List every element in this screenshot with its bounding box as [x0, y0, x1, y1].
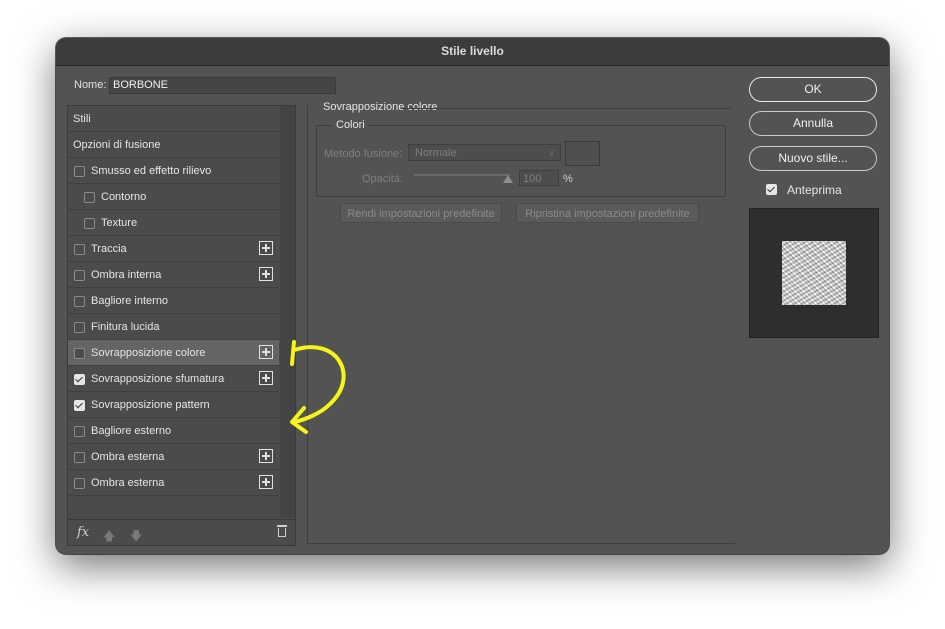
preview-label: Anteprima — [787, 183, 842, 197]
style-checkbox[interactable] — [74, 452, 85, 463]
style-row-label: Traccia — [91, 243, 127, 255]
arrow-up-icon[interactable]: 🡅 — [103, 527, 115, 543]
opacity-input[interactable]: 100 — [519, 170, 559, 186]
add-effect-icon[interactable] — [259, 267, 273, 281]
style-row-label: Bagliore esterno — [91, 425, 172, 437]
new-style-button[interactable]: Nuovo stile... — [749, 146, 877, 171]
chevron-down-icon: ∨ — [548, 148, 555, 158]
style-checkbox[interactable] — [74, 166, 85, 177]
style-row[interactable]: Texture — [68, 210, 279, 236]
styles-list: Stili Opzioni di fusione Smusso ed effetto… — [67, 105, 296, 546]
style-row[interactable]: Ombra esterna — [68, 444, 279, 470]
color-swatch[interactable] — [565, 141, 600, 166]
opacity-label: Opacità: — [362, 173, 403, 185]
style-row[interactable]: Ombra esterna — [68, 470, 279, 496]
add-effect-icon[interactable] — [259, 475, 273, 489]
colors-group — [316, 125, 726, 197]
section-divider — [401, 108, 731, 109]
style-checkbox[interactable] — [74, 374, 85, 385]
style-row-label: Smusso ed effetto rilievo — [91, 165, 212, 177]
blend-mode-select[interactable]: Normale ∨ — [408, 144, 561, 161]
styles-list-scrollbar[interactable] — [280, 106, 295, 518]
opacity-slider-thumb[interactable] — [503, 175, 513, 183]
style-row-label: Ombra esterna — [91, 451, 165, 463]
style-row[interactable]: Bagliore interno — [68, 288, 279, 314]
opacity-slider[interactable] — [414, 174, 510, 176]
make-default-button[interactable]: Rendi impostazioni predefinite — [340, 203, 502, 223]
style-row[interactable]: Ombra interna — [68, 262, 279, 288]
style-row[interactable]: Opzioni di fusione — [68, 132, 279, 158]
style-row[interactable]: Finitura lucida — [68, 314, 279, 340]
style-row[interactable]: Contorno — [68, 184, 279, 210]
style-checkbox[interactable] — [74, 270, 85, 281]
style-checkbox[interactable] — [84, 192, 95, 203]
style-row[interactable]: Sovrapposizione sfumatura — [68, 366, 279, 392]
blend-mode-label: Metodo fusione: — [324, 148, 403, 160]
add-effect-icon[interactable] — [259, 241, 273, 255]
trash-icon[interactable] — [277, 525, 287, 537]
layer-style-dialog: Stile livello Nome: Stili Opzioni di fusi… — [56, 38, 889, 554]
yellow-arrow-annotation — [290, 340, 346, 434]
style-checkbox[interactable] — [84, 218, 95, 229]
dialog-title: Stile livello — [56, 38, 889, 66]
style-checkbox[interactable] — [74, 322, 85, 333]
style-row[interactable]: Sovrapposizione colore — [68, 340, 279, 366]
style-row[interactable]: Bagliore esterno — [68, 418, 279, 444]
section-title: Sovrapposizione colore — [323, 101, 442, 113]
arrow-down-icon[interactable]: 🡇 — [130, 527, 142, 543]
ok-button[interactable]: OK — [749, 77, 877, 102]
style-row[interactable]: Smusso ed effetto rilievo — [68, 158, 279, 184]
style-row-label: Sovrapposizione colore — [91, 347, 206, 359]
style-checkbox[interactable] — [74, 426, 85, 437]
reset-default-button[interactable]: Ripristina impostazioni predefinite — [516, 203, 699, 223]
style-row[interactable]: Sovrapposizione pattern — [68, 392, 279, 418]
add-effect-icon[interactable] — [259, 449, 273, 463]
preview-checkbox[interactable] — [766, 184, 777, 195]
style-checkbox[interactable] — [74, 348, 85, 359]
style-row-label: Opzioni di fusione — [73, 139, 161, 151]
add-effect-icon[interactable] — [259, 371, 273, 385]
style-row[interactable]: Stili — [68, 106, 279, 132]
fx-button[interactable]: fx — [77, 525, 89, 540]
style-checkbox[interactable] — [74, 296, 85, 307]
colors-group-title: Colori — [333, 119, 368, 131]
style-row-label: Finitura lucida — [91, 321, 160, 333]
style-row-label: Ombra interna — [91, 269, 162, 281]
name-label: Nome: — [74, 79, 107, 91]
style-row-label: Bagliore interno — [91, 295, 169, 307]
blend-mode-value: Normale — [415, 147, 457, 159]
style-preview — [749, 208, 879, 338]
style-row-label: Sovrapposizione sfumatura — [91, 373, 225, 385]
cancel-button[interactable]: Annulla — [749, 111, 877, 136]
style-row[interactable]: Traccia — [68, 236, 279, 262]
style-checkbox[interactable] — [74, 400, 85, 411]
styles-list-footer: fx 🡅 🡇 — [68, 519, 295, 545]
style-row-label: Texture — [101, 217, 138, 229]
style-row-label: Sovrapposizione pattern — [91, 399, 210, 411]
style-checkbox[interactable] — [74, 478, 85, 489]
add-effect-icon[interactable] — [259, 345, 273, 359]
style-row-label: Stili — [73, 113, 91, 125]
style-checkbox[interactable] — [74, 244, 85, 255]
opacity-unit: % — [563, 173, 573, 185]
style-row-label: Ombra esterna — [91, 477, 165, 489]
name-input[interactable] — [109, 77, 336, 94]
style-row-label: Contorno — [101, 191, 147, 203]
preview-texture-overlay — [782, 241, 846, 305]
